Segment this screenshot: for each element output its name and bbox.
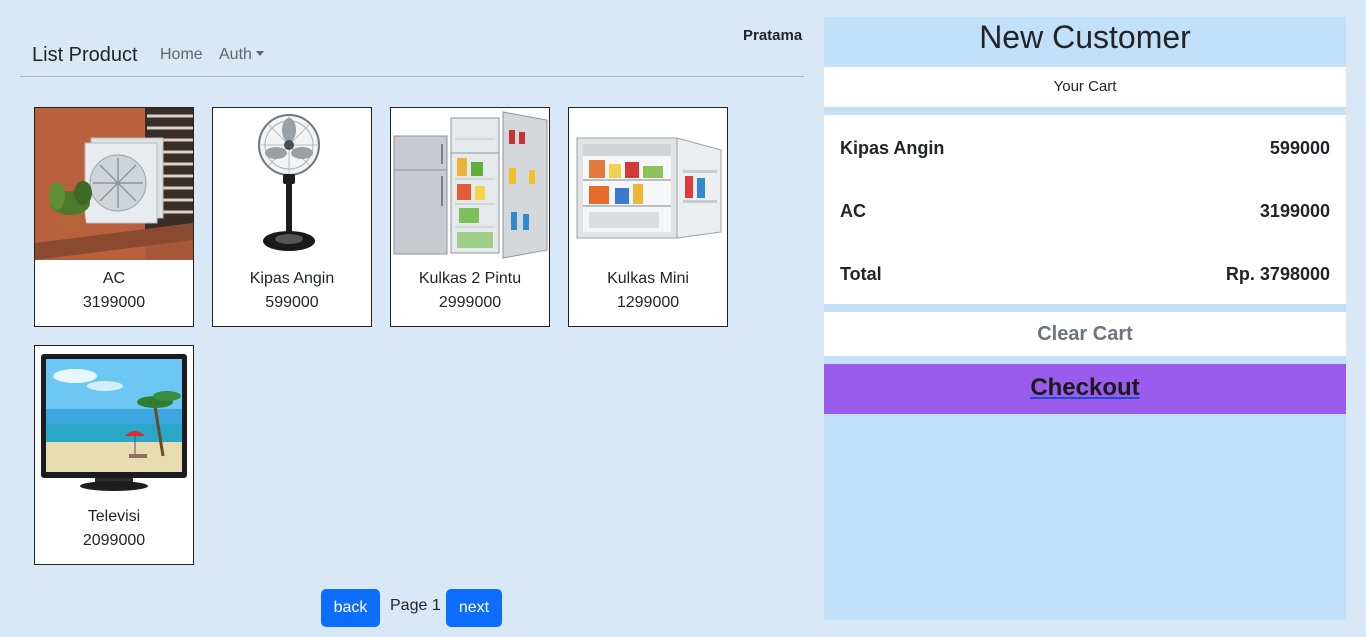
product-card-kulkas-mini[interactable]: Kulkas Mini 1299000 [568, 107, 728, 327]
next-button[interactable]: next [446, 589, 502, 627]
customer-title: New Customer [979, 19, 1191, 55]
cart-item-name: AC [840, 201, 866, 221]
product-name: Televisi [87, 508, 141, 525]
mini-fridge-image [569, 108, 727, 260]
product-card-kulkas-2-pintu[interactable]: Kulkas 2 Pintu 2999000 [390, 107, 550, 327]
checkout-link[interactable]: Checkout [1030, 374, 1139, 401]
cart-total-label: Total [840, 264, 882, 284]
product-name: Kulkas 2 Pintu [418, 270, 522, 287]
product-price: 3199000 [82, 294, 146, 311]
television-image [35, 346, 193, 498]
nav-auth-label: Auth [219, 46, 252, 63]
product-price: 599000 [265, 294, 319, 311]
product-price: 1299000 [616, 294, 680, 311]
checkout-button[interactable]: Checkout [824, 364, 1346, 414]
page-indicator: Page 1 [390, 597, 441, 614]
clear-cart-button[interactable]: Clear Cart [824, 312, 1346, 356]
product-name: Kulkas Mini [607, 270, 689, 287]
air-conditioner-image [35, 108, 193, 260]
product-price: 2099000 [82, 532, 146, 549]
refrigerator-two-door-image [391, 108, 549, 260]
product-name: AC [102, 270, 126, 287]
fan-image [213, 108, 371, 260]
cart-item-price: 3199000 [1259, 201, 1330, 221]
product-name: Kipas Angin [249, 270, 335, 287]
cart-panel: New Customer Your Cart Kipas Angin 59900… [824, 17, 1346, 620]
product-card-televisi[interactable]: Televisi 2099000 [34, 345, 194, 565]
cart-items: Kipas Angin 599000 AC 3199000 Total Rp. … [824, 115, 1346, 304]
back-button[interactable]: back [321, 589, 380, 627]
nav-home-link[interactable]: Home [160, 46, 203, 64]
product-card-ac[interactable]: AC 3199000 [34, 107, 194, 327]
navbar-brand[interactable]: List Product [32, 44, 138, 67]
nav-auth-dropdown[interactable]: Auth [219, 46, 264, 64]
product-price: 2999000 [438, 294, 502, 311]
cart-item-price: 599000 [1269, 138, 1330, 158]
cart-item-name: Kipas Angin [840, 138, 945, 158]
cart-total-value: Rp. 3798000 [1225, 264, 1330, 284]
caret-down-icon [255, 51, 264, 56]
product-card-kipas-angin[interactable]: Kipas Angin 599000 [212, 107, 372, 327]
cart-title: Your Cart [824, 67, 1346, 107]
navbar: List Product Home Auth [20, 40, 804, 77]
